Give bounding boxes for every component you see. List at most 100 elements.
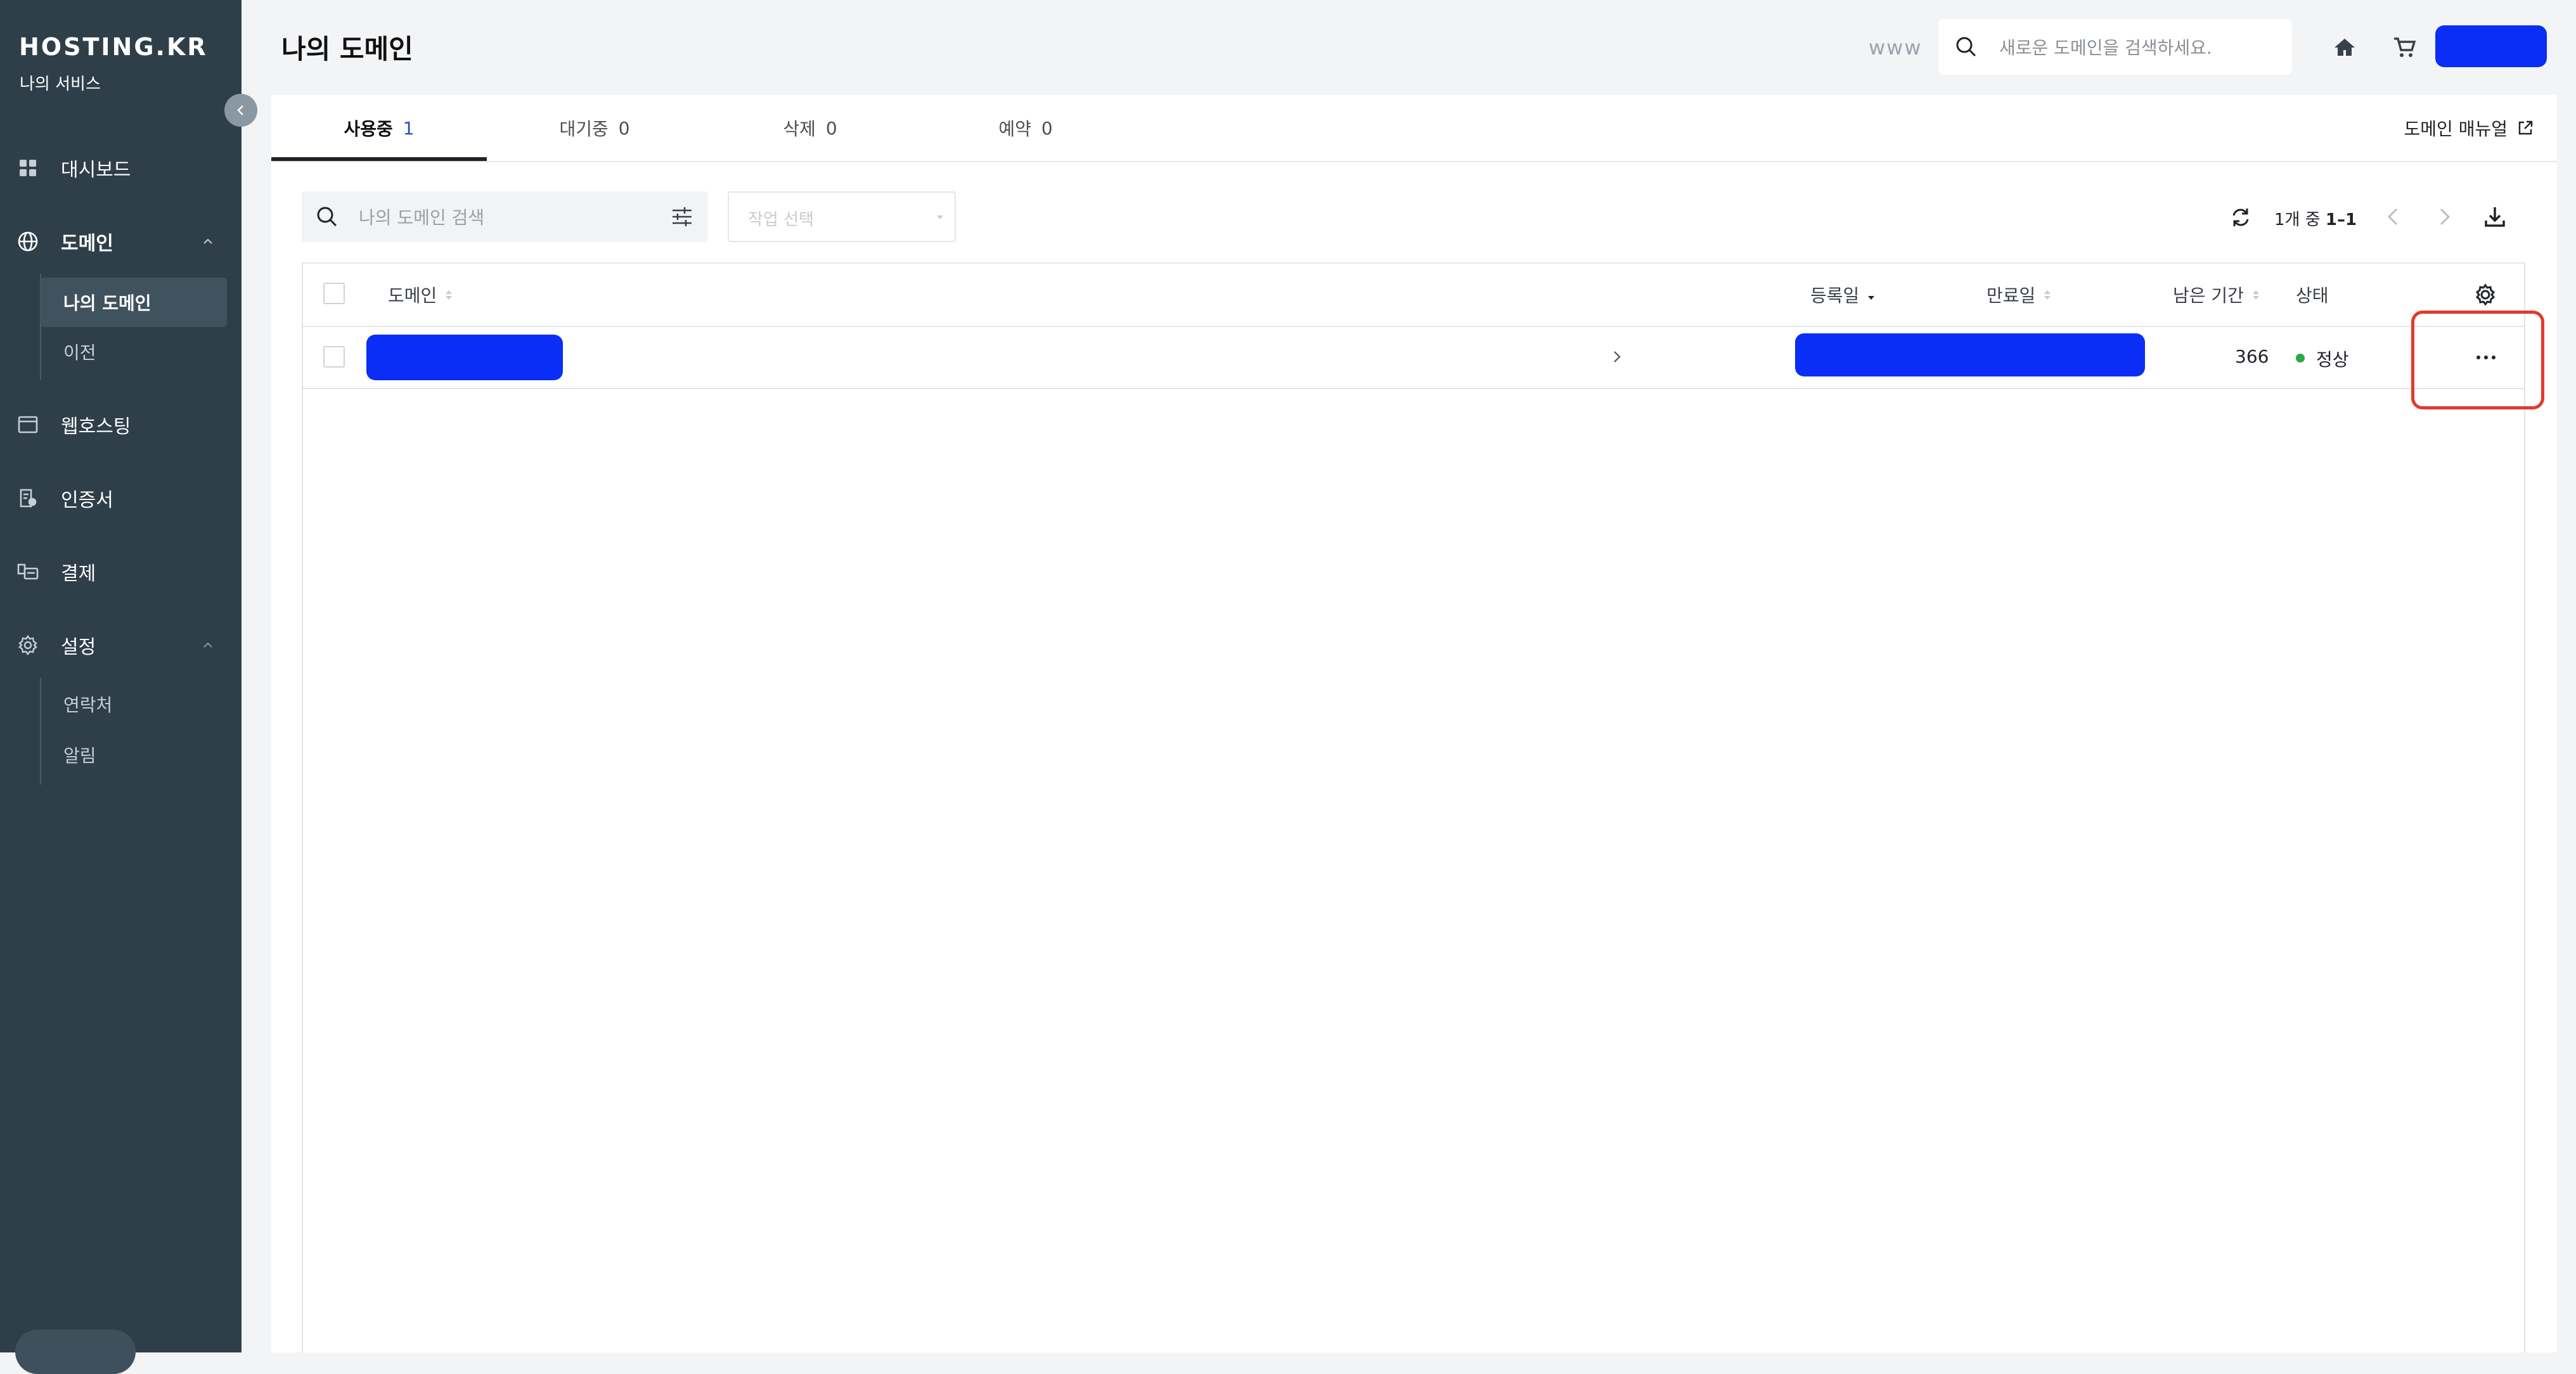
tab-deleted[interactable]: 삭제 0 [702, 95, 918, 161]
column-header-domain[interactable]: 도메인 [388, 264, 453, 326]
table-header: 도메인 등록일 만료일 남은 기간 상태 [303, 264, 2524, 327]
chevron-left-icon [237, 105, 243, 115]
tab-label: 사용중 [344, 119, 393, 139]
sidebar-subitem-my-domain[interactable]: 나의 도메인 [41, 278, 227, 327]
highlight-box [2411, 311, 2544, 409]
manual-link-label: 도메인 매뉴얼 [2404, 119, 2508, 139]
sort-icon [2044, 290, 2051, 300]
sidebar-item-label: 웹호스팅 [61, 416, 131, 438]
sidebar: HOSTING.KR 나의 서비스 대시보드 도메인 나의 도메인 이전 웹호스… [0, 0, 242, 1374]
domain-search-input[interactable] [1998, 30, 2279, 65]
sidebar-item-domain[interactable]: 도메인 [0, 219, 242, 264]
sidebar-item-label: 설정 [61, 636, 96, 658]
pagination-range: 1–1 [2325, 210, 2357, 229]
chevron-down-icon [937, 215, 943, 219]
sidebar-subitem-label: 알림 [63, 745, 96, 766]
filter-settings-icon[interactable] [671, 205, 693, 228]
sidebar-collapse-button[interactable] [224, 94, 257, 127]
column-header-remaining[interactable]: 남은 기간 [2173, 264, 2259, 326]
action-select[interactable]: 작업 선택 [728, 191, 956, 242]
sort-icon [446, 290, 453, 300]
chevron-right-icon[interactable] [1609, 349, 1625, 365]
certificate-icon [16, 487, 39, 510]
status-badge: 정상 [2316, 349, 2349, 370]
domain-search-box[interactable] [1938, 19, 2292, 75]
tab-count: 0 [618, 117, 630, 139]
sidebar-subitem-label: 나의 도메인 [63, 293, 151, 314]
column-label: 만료일 [1987, 285, 2036, 306]
domain-manual-link[interactable]: 도메인 매뉴얼 [2404, 95, 2534, 161]
chevron-left-icon[interactable] [2382, 205, 2405, 228]
refresh-icon[interactable] [2230, 207, 2251, 228]
dates-redacted [1795, 333, 2145, 376]
tab-reserved[interactable]: 예약 0 [918, 95, 1133, 161]
page-title: 나의 도메인 [281, 34, 413, 65]
column-label: 남은 기간 [2173, 285, 2244, 306]
sidebar-item-certificate[interactable]: 인증서 [0, 476, 242, 520]
sidebar-subitem-transfer[interactable]: 이전 [41, 327, 227, 376]
sidebar-item-settings[interactable]: 설정 [0, 623, 242, 667]
my-domain-search-input[interactable] [357, 200, 639, 234]
column-header-registered[interactable]: 등록일 [1810, 264, 1875, 326]
sidebar-item-label: 결제 [61, 563, 96, 585]
brand-subtitle: 나의 서비스 [20, 75, 101, 94]
tab-count: 1 [402, 117, 415, 139]
browser-window-icon [16, 413, 39, 436]
chevron-up-icon[interactable] [200, 638, 216, 653]
sidebar-item-label: 도메인 [61, 233, 113, 255]
www-label: www [1869, 35, 1922, 60]
column-label: 도메인 [388, 285, 437, 306]
sidebar-subitem-contacts[interactable]: 연락처 [41, 679, 227, 729]
sort-icon [2252, 290, 2259, 300]
active-tab-indicator [271, 157, 487, 161]
sidebar-subitem-label: 연락처 [63, 695, 113, 716]
sidebar-item-payment[interactable]: 결제 [0, 549, 242, 594]
sidebar-item-webhosting[interactable]: 웹호스팅 [0, 402, 242, 447]
help-button[interactable] [15, 1330, 136, 1374]
action-select-placeholder: 작업 선택 [748, 210, 814, 229]
search-icon [317, 207, 337, 227]
external-link-icon [2518, 120, 2533, 135]
tab-label: 예약 [998, 119, 1031, 139]
domain-name-redacted[interactable] [366, 335, 563, 380]
tab-count: 0 [1041, 117, 1053, 139]
sidebar-subitem-notifications[interactable]: 알림 [41, 730, 227, 780]
cart-icon[interactable] [2388, 32, 2420, 63]
gear-icon [16, 634, 39, 657]
column-header-expires[interactable]: 만료일 [1987, 264, 2051, 326]
sidebar-item-dashboard[interactable]: 대시보드 [0, 146, 242, 190]
pagination-prefix: 1개 중 [2274, 210, 2321, 229]
gear-icon[interactable] [2473, 283, 2497, 307]
column-header-status: 상태 [2296, 264, 2329, 326]
table-row[interactable]: 366 정상 [303, 327, 2524, 389]
sidebar-item-label: 대시보드 [61, 159, 131, 181]
main-card: 사용중 1 대기중 0 삭제 0 예약 0 도메인 매뉴얼 작업 선택 1개 중 1–1 [271, 95, 2557, 1352]
brand-logo[interactable]: HOSTING.KR [19, 33, 208, 61]
tab-pending[interactable]: 대기중 0 [487, 95, 702, 161]
tab-label: 대기중 [559, 119, 609, 139]
tab-bar: 사용중 1 대기중 0 삭제 0 예약 0 도메인 매뉴얼 [271, 95, 2557, 162]
download-icon[interactable] [2482, 204, 2508, 229]
select-all-checkbox[interactable] [323, 283, 345, 304]
dashboard-icon [16, 157, 39, 179]
search-icon [1956, 37, 1976, 57]
remaining-days: 366 [2235, 346, 2269, 367]
chevron-right-icon[interactable] [2433, 205, 2456, 228]
chevron-up-icon[interactable] [200, 234, 216, 249]
user-account-button[interactable] [2435, 25, 2547, 67]
home-icon[interactable] [2329, 32, 2360, 63]
pagination-info: 1개 중 1–1 [2274, 207, 2357, 230]
status-dot-icon [2296, 354, 2305, 363]
row-checkbox[interactable] [323, 346, 345, 368]
sort-descending-icon [1868, 290, 1875, 300]
column-label: 상태 [2296, 285, 2329, 306]
my-domain-search-box[interactable] [302, 191, 707, 242]
domain-table: 도메인 등록일 만료일 남은 기간 상태 366 정상 [302, 262, 2525, 1352]
tab-in-use[interactable]: 사용중 1 [271, 95, 487, 161]
sidebar-subitem-label: 이전 [63, 342, 96, 363]
globe-icon [16, 230, 39, 253]
payment-icon [16, 560, 39, 583]
tab-label: 삭제 [783, 119, 816, 139]
column-label: 등록일 [1810, 285, 1860, 306]
tab-count: 0 [825, 117, 837, 139]
